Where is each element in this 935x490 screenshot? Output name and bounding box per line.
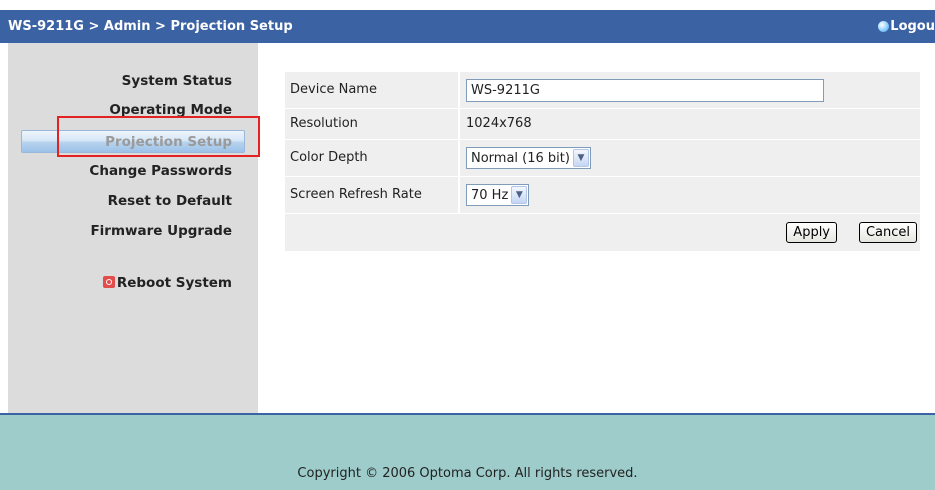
header-bar: WS-9211G > Admin > Projection Setup Logo… (0, 10, 935, 43)
chevron-down-icon[interactable]: ▼ (572, 149, 589, 167)
chevron-down-icon[interactable]: ▼ (511, 186, 528, 204)
device-name-cell (460, 72, 920, 108)
color-depth-cell: Normal (16 bit) ▼ (460, 140, 920, 176)
sidebar-item-reset-to-default[interactable]: Reset to Default (108, 193, 232, 209)
device-name-row: Device Name (285, 72, 920, 109)
cancel-button[interactable]: Cancel (858, 222, 917, 243)
apply-button[interactable]: Apply (786, 222, 837, 243)
device-name-label: Device Name (285, 72, 458, 108)
power-icon (102, 276, 115, 288)
form-actions: Apply Cancel (285, 214, 920, 251)
refresh-rate-row: Screen Refresh Rate 70 Hz ▼ (285, 177, 920, 214)
highlight-annotation-box (57, 116, 260, 157)
color-depth-row: Color Depth Normal (16 bit) ▼ (285, 140, 920, 177)
page: WS-9211G > Admin > Projection Setup Logo… (0, 0, 935, 490)
refresh-rate-cell: 70 Hz ▼ (460, 177, 920, 213)
device-name-input[interactable] (466, 78, 824, 102)
sidebar-item-change-passwords[interactable]: Change Passwords (89, 163, 232, 179)
sidebar-item-system-status[interactable]: System Status (122, 73, 232, 89)
sidebar-item-firmware-upgrade[interactable]: Firmware Upgrade (90, 223, 232, 239)
footer: Copyright © 2006 Optoma Corp. All rights… (0, 415, 935, 490)
resolution-label: Resolution (285, 109, 458, 139)
color-depth-label: Color Depth (285, 140, 458, 176)
copyright-text: Copyright © 2006 Optoma Corp. All rights… (297, 466, 638, 481)
breadcrumb: WS-9211G > Admin > Projection Setup (8, 19, 293, 34)
sidebar: System Status Operating Mode Projection … (8, 43, 258, 413)
resolution-value: 1024x768 (460, 109, 920, 139)
reboot-label: Reboot System (116, 275, 232, 291)
logout-link[interactable]: Logou (878, 10, 935, 43)
color-depth-selected: Normal (16 bit) (471, 150, 570, 166)
refresh-rate-select[interactable]: 70 Hz ▼ (466, 184, 530, 206)
reboot-system-link[interactable]: Reboot System (102, 275, 232, 291)
refresh-rate-label: Screen Refresh Rate (285, 177, 458, 213)
refresh-rate-selected: 70 Hz (471, 187, 509, 203)
resolution-row: Resolution 1024x768 (285, 109, 920, 140)
logout-globe-icon (878, 21, 890, 32)
projection-setup-form: Device Name Resolution 1024x768 Color De… (285, 72, 920, 251)
color-depth-select[interactable]: Normal (16 bit) ▼ (466, 147, 591, 169)
logout-label: Logou (890, 19, 935, 34)
